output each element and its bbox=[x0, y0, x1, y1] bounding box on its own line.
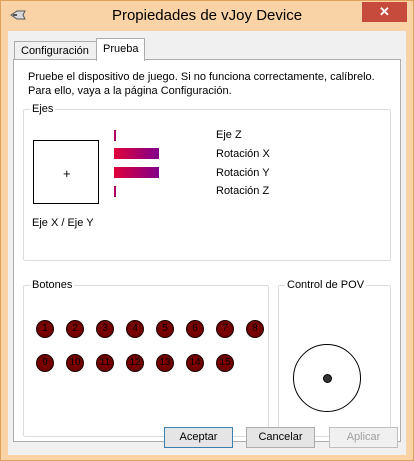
axis-bar-ry bbox=[114, 167, 159, 178]
buttons-group: Botones 1 2 3 4 5 6 7 8 9 10 11 12 13 14 15 bbox=[23, 278, 269, 437]
joystick-button-9: 9 bbox=[36, 354, 54, 372]
tab-configuracion[interactable]: Configuración bbox=[14, 41, 97, 60]
axis-label-z: Eje Z bbox=[216, 129, 242, 141]
joystick-button-3: 3 bbox=[96, 320, 114, 338]
dialog-client-area: Configuración Prueba Pruebe el dispositi… bbox=[8, 31, 406, 455]
xy-axis-label: Eje X / Eje Y bbox=[32, 217, 94, 229]
axis-bar-rx bbox=[114, 148, 159, 159]
axis-label-ry: Rotación Y bbox=[216, 167, 270, 179]
tab-bar: Configuración Prueba bbox=[8, 31, 406, 61]
joystick-button-10: 10 bbox=[66, 354, 84, 372]
pov-indicator bbox=[293, 344, 361, 412]
xy-crosshair: + bbox=[63, 166, 71, 181]
pov-center-dot bbox=[323, 374, 332, 383]
joystick-button-12: 12 bbox=[126, 354, 144, 372]
joystick-button-15: 15 bbox=[216, 354, 234, 372]
window-title: Propiedades de vJoy Device bbox=[111, 7, 303, 24]
buttons-group-label: Botones bbox=[30, 278, 75, 292]
joystick-button-8: 8 bbox=[246, 320, 264, 338]
axes-group: Ejes + Eje X / Eje Y Eje Z Rotación X Ro… bbox=[23, 102, 391, 261]
joystick-button-13: 13 bbox=[156, 354, 174, 372]
tab-panel-prueba: Pruebe el dispositivo de juego. Si no fu… bbox=[13, 59, 401, 442]
axes-group-label: Ejes bbox=[30, 102, 56, 116]
joystick-button-11: 11 bbox=[96, 354, 114, 372]
cancel-button[interactable]: Cancelar bbox=[246, 427, 315, 448]
joystick-button-1: 1 bbox=[36, 320, 54, 338]
joystick-button-7: 7 bbox=[216, 320, 234, 338]
axis-bar-rz bbox=[114, 186, 116, 197]
pov-group-label: Control de POV bbox=[285, 278, 367, 292]
axis-bar-z bbox=[114, 130, 116, 141]
close-button[interactable]: ✕ bbox=[362, 2, 407, 22]
accept-button[interactable]: Aceptar bbox=[164, 427, 233, 448]
tab-prueba[interactable]: Prueba bbox=[96, 38, 145, 61]
joystick-button-2: 2 bbox=[66, 320, 84, 338]
description-text: Pruebe el dispositivo de juego. Si no fu… bbox=[28, 71, 375, 97]
title-bar[interactable]: Propiedades de vJoy Device ✕ bbox=[1, 1, 413, 31]
apply-button[interactable]: Aplicar bbox=[329, 427, 398, 448]
joystick-button-5: 5 bbox=[156, 320, 174, 338]
joystick-button-4: 4 bbox=[126, 320, 144, 338]
joystick-button-6: 6 bbox=[186, 320, 204, 338]
pov-group: Control de POV bbox=[278, 278, 391, 437]
axis-label-rx: Rotación X bbox=[216, 148, 270, 160]
properties-window: Propiedades de vJoy Device ✕ Configuraci… bbox=[0, 0, 414, 461]
axis-label-rz: Rotación Z bbox=[216, 185, 270, 197]
joystick-button-14: 14 bbox=[186, 354, 204, 372]
xy-axis-display: + bbox=[33, 140, 99, 204]
